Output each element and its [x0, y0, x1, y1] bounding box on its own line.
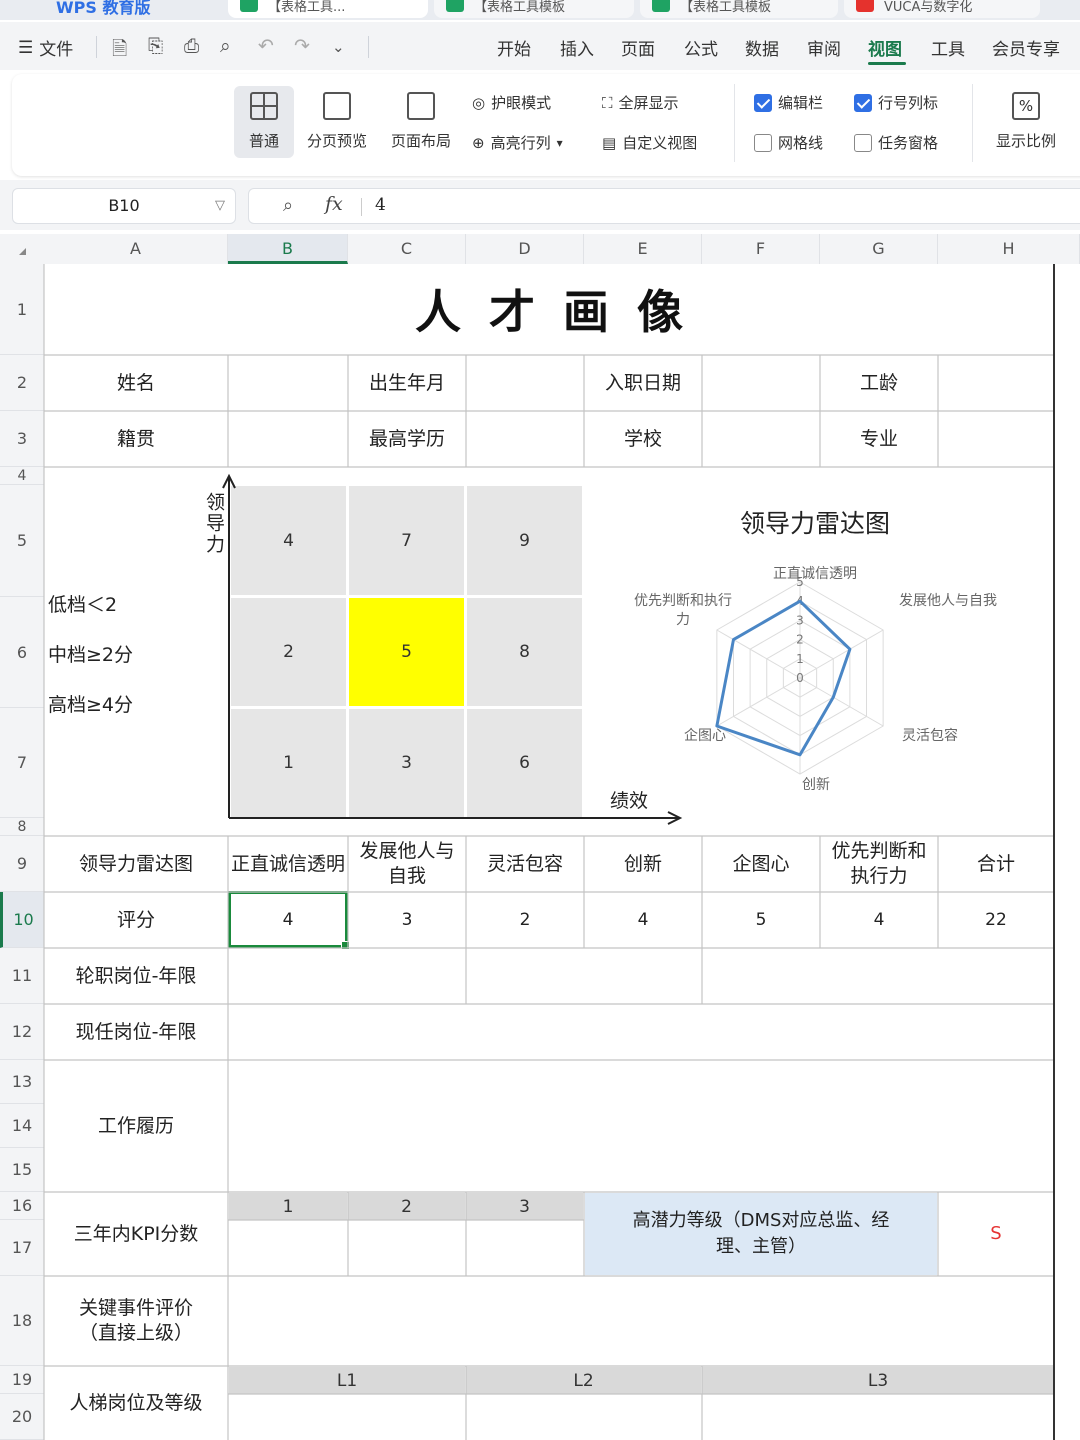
header-inclusive[interactable]: 灵活包容	[466, 836, 584, 892]
radar-tick-label: 2	[796, 633, 804, 647]
header-ambition[interactable]: 企图心	[702, 836, 820, 892]
radar-axis-label: 创新	[802, 777, 830, 793]
score-inclusive[interactable]: 2	[466, 892, 584, 948]
label-potential[interactable]: 高潜力等级（DMS对应总监、经理、主管）	[585, 1193, 937, 1275]
ladder-level-2[interactable]: L2	[466, 1367, 701, 1394]
kpi-year-2[interactable]: 2	[348, 1193, 465, 1220]
radar-tick-label: 3	[796, 613, 804, 627]
radar-axis-label: 正直诚信透明	[773, 566, 857, 582]
radar-axis-label: 发展他人与自我	[899, 593, 997, 609]
label-work-history[interactable]: 工作履历	[44, 1060, 228, 1192]
radar-axis-label: 企图心	[684, 728, 726, 744]
label-score[interactable]: 评分	[44, 892, 228, 948]
radar-axis-label: 优先判断和执行力	[634, 593, 732, 628]
label-key-events[interactable]: 关键事件评价（直接上级）	[44, 1276, 228, 1366]
header-judgment[interactable]: 优先判断和执行力	[820, 836, 938, 892]
radar-tick-label: 1	[796, 652, 804, 666]
label-rotation[interactable]: 轮职岗位-年限	[44, 948, 228, 1004]
score-total[interactable]: 22	[938, 892, 1054, 948]
print-area-edge	[1053, 264, 1055, 1440]
score-develop[interactable]: 3	[348, 892, 466, 948]
label-ladder[interactable]: 人梯岗位及等级	[44, 1366, 228, 1440]
kpi-year-1[interactable]: 1	[229, 1193, 347, 1220]
active-cell-selection[interactable]	[228, 891, 350, 950]
ladder-level-3[interactable]: L3	[702, 1367, 1054, 1394]
kpi-year-3[interactable]: 3	[466, 1193, 583, 1220]
ladder-level-1[interactable]: L1	[229, 1367, 465, 1394]
radar-axis-label: 灵活包容	[902, 728, 958, 744]
score-ambition[interactable]: 5	[702, 892, 820, 948]
potential-value[interactable]: S	[938, 1192, 1054, 1276]
radar-spoke	[799, 677, 884, 727]
label-kpi[interactable]: 三年内KPI分数	[44, 1192, 228, 1276]
header-integrity[interactable]: 正直诚信透明	[228, 836, 348, 892]
score-judgment[interactable]: 4	[820, 892, 938, 948]
label-radar[interactable]: 领导力雷达图	[44, 836, 228, 892]
score-innovation[interactable]: 4	[584, 892, 702, 948]
radar-spoke	[716, 677, 801, 727]
radar-tick-label: 0	[796, 671, 804, 685]
header-innovation[interactable]: 创新	[584, 836, 702, 892]
header-develop[interactable]: 发展他人与自我	[348, 836, 466, 892]
header-total[interactable]: 合计	[938, 836, 1054, 892]
label-current-post[interactable]: 现任岗位-年限	[44, 1004, 228, 1060]
